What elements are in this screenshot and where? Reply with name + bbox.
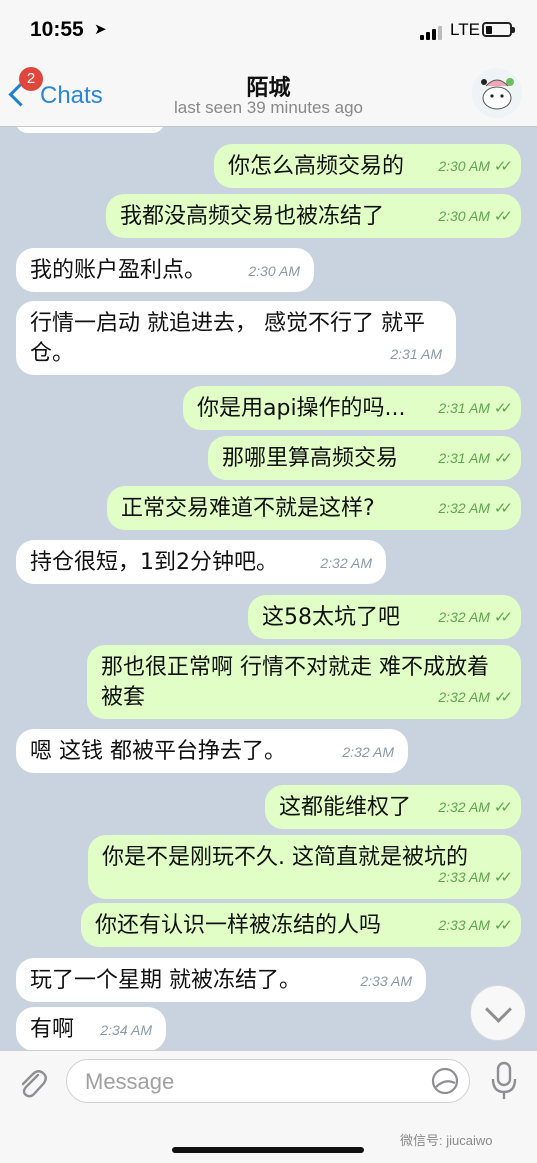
double-check-icon: ✓✓ <box>493 689 513 706</box>
message-bubble[interactable]: 你是不是刚玩不久. 这简直就是被坑的 2:33 AM ✓✓ <box>88 835 521 899</box>
message-bubble[interactable]: 我的账户盈利点。 2:30 AM <box>16 248 314 292</box>
message-text: 嗯 这钱 都被平台挣去了。 <box>30 739 286 764</box>
sticker-icon[interactable] <box>431 1067 459 1095</box>
message-time: 2:32 AM <box>438 609 490 625</box>
message-time: 2:31 AM <box>438 400 490 416</box>
message-bubble[interactable]: 那也很正常啊 行情不对就走 难不成放着被套 2:32 AM ✓✓ <box>87 645 521 719</box>
double-check-icon: ✓✓ <box>493 917 513 934</box>
double-check-icon: ✓✓ <box>493 799 513 816</box>
message-time: 2:31 AM <box>438 450 490 466</box>
status-time: 10:55 <box>30 18 84 41</box>
message-text: 这58太坑了吧 <box>262 605 400 630</box>
message-meta: 2:31 AM ✓✓ <box>438 393 513 424</box>
message-text: 你还有认识一样被冻结的人吗 <box>95 913 382 938</box>
message-time: 2:32 AM <box>438 799 490 815</box>
message-time: 2:33 AM <box>438 917 490 933</box>
last-seen-status: last seen 39 minutes ago <box>173 98 363 117</box>
message-placeholder: Message <box>85 1069 175 1094</box>
message-time: 2:32 AM <box>320 555 372 571</box>
message-text: 那哪里算高频交易 <box>222 446 399 471</box>
battery-icon <box>482 22 515 37</box>
avatar[interactable] <box>472 68 522 118</box>
message-time: 2:30 AM <box>248 263 300 279</box>
message-meta: 2:30 AM ✓✓ <box>438 201 513 232</box>
message-bubble[interactable]: 持仓很短，1到2分钟吧。 2:32 AM <box>16 540 386 584</box>
message-text: 你怎么高频交易的 <box>228 154 405 179</box>
status-bar: 10:55 ➤ LTE <box>0 0 537 58</box>
double-check-icon: ✓✓ <box>493 869 513 886</box>
message-time: 2:30 AM <box>438 208 490 224</box>
message-bubble[interactable]: 这都能维权了 2:32 AM ✓✓ <box>265 785 521 829</box>
message-bubble[interactable]: 我都没高频交易也被冻结了 2:30 AM ✓✓ <box>106 194 521 238</box>
message-meta: 2:33 AM ✓✓ <box>438 910 513 941</box>
message-time: 2:34 AM <box>100 1022 152 1038</box>
message-text: 我都没高频交易也被冻结了 <box>120 204 385 229</box>
message-meta: 2:32 AM ✓✓ <box>438 602 513 633</box>
message-time: 2:30 AM <box>438 158 490 174</box>
message-text: 行情一启动 就追进去， 感觉不行了 就平仓。 <box>30 311 425 366</box>
message-bubble[interactable]: 你还有认识一样被冻结的人吗 2:33 AM ✓✓ <box>81 903 521 947</box>
message-time: 2:32 AM <box>438 689 490 705</box>
message-text: 这都能维权了 <box>279 795 412 820</box>
message-time: 2:33 AM <box>360 973 412 989</box>
message-text: 那也很正常啊 行情不对就走 难不成放着被套 <box>101 655 489 710</box>
message-bubble[interactable]: 你怎么高频交易的 2:30 AM ✓✓ <box>214 144 521 188</box>
microphone-icon[interactable] <box>490 1061 518 1101</box>
message-text: 你是不是刚玩不久. 这简直就是被坑的 <box>102 845 468 870</box>
network-label: LTE <box>450 20 480 39</box>
message-bubble[interactable]: 正常交易难道不就是这样? 2:32 AM ✓✓ <box>107 486 521 530</box>
message-meta: 2:31 AM ✓✓ <box>438 443 513 474</box>
message-bubble-partial <box>16 127 164 133</box>
message-meta: 2:32 AM ✓✓ <box>438 682 513 713</box>
double-check-icon: ✓✓ <box>493 609 513 626</box>
message-time: 2:31 AM <box>390 346 442 362</box>
double-check-icon: ✓✓ <box>493 400 513 417</box>
message-text: 玩了一个星期 就被冻结了。 <box>30 968 301 993</box>
watermark: 微信号: jiucaiwo <box>400 1133 493 1148</box>
location-arrow-icon: ➤ <box>94 20 107 38</box>
message-text: 持仓很短，1到2分钟吧。 <box>30 550 278 575</box>
message-meta: 2:32 AM ✓✓ <box>438 792 513 823</box>
message-time: 2:33 AM <box>438 869 490 885</box>
message-bubble[interactable]: 那哪里算高频交易 2:31 AM ✓✓ <box>208 436 521 480</box>
message-list[interactable]: 你怎么高频交易的 2:30 AM ✓✓ 我都没高频交易也被冻结了 2:30 AM… <box>0 127 537 1050</box>
message-meta: 2:33 AM ✓✓ <box>438 862 513 893</box>
message-bubble[interactable]: 行情一启动 就追进去， 感觉不行了 就平仓。 2:31 AM <box>16 301 456 375</box>
message-meta: 2:32 AM ✓✓ <box>438 493 513 524</box>
message-text: 我的账户盈利点。 <box>30 258 207 283</box>
message-bubble[interactable]: 你是用api操作的吗... 2:31 AM ✓✓ <box>183 386 521 430</box>
message-bubble[interactable]: 嗯 这钱 都被平台挣去了。 2:32 AM <box>16 729 408 773</box>
double-check-icon: ✓✓ <box>493 500 513 517</box>
message-time: 2:32 AM <box>342 744 394 760</box>
message-text: 有啊 <box>30 1017 75 1042</box>
signal-icon <box>420 24 446 40</box>
message-input[interactable]: Message <box>66 1059 470 1103</box>
message-bubble[interactable]: 有啊 2:34 AM <box>16 1007 166 1050</box>
double-check-icon: ✓✓ <box>493 158 513 175</box>
chevron-down-icon <box>485 996 512 1023</box>
chat-header: Chats 2 陌城 last seen 39 minutes ago <box>0 58 537 127</box>
message-text: 正常交易难道不就是这样? <box>121 496 375 521</box>
message-meta: 2:30 AM ✓✓ <box>438 151 513 182</box>
double-check-icon: ✓✓ <box>493 208 513 225</box>
message-text: 你是用api操作的吗... <box>197 396 406 421</box>
home-indicator <box>172 1147 364 1153</box>
scroll-to-bottom-button[interactable] <box>470 985 526 1041</box>
double-check-icon: ✓✓ <box>493 450 513 467</box>
paperclip-icon[interactable] <box>16 1065 48 1101</box>
message-bubble[interactable]: 这58太坑了吧 2:32 AM ✓✓ <box>248 595 521 639</box>
message-time: 2:32 AM <box>438 500 490 516</box>
message-bubble[interactable]: 玩了一个星期 就被冻结了。 2:33 AM <box>16 958 426 1002</box>
